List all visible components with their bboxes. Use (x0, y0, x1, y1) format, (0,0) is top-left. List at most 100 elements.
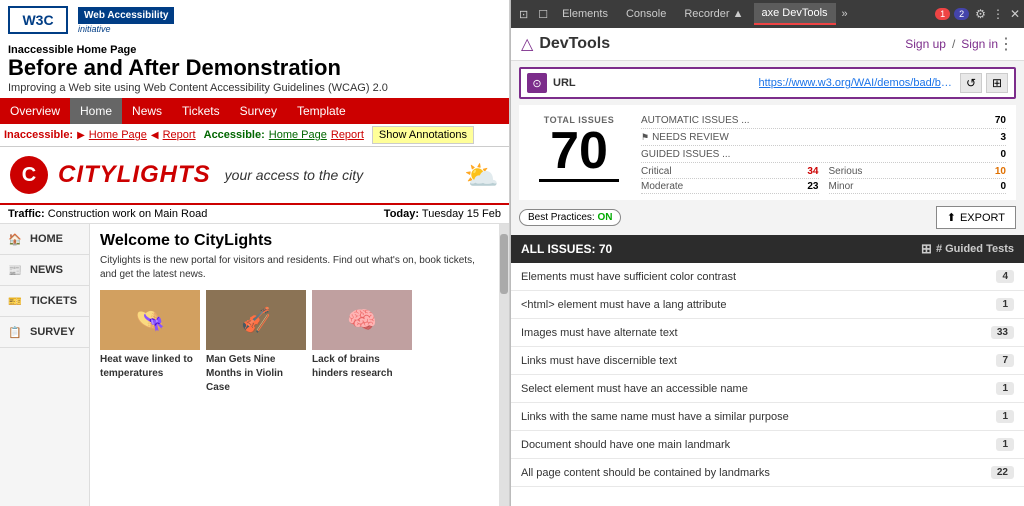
best-practices-status: ON (597, 212, 612, 223)
moderate-row: Moderate 23 (641, 181, 819, 194)
sidebar-item-home[interactable]: 🏠 HOME (0, 224, 89, 255)
issues-list: Elements must have sufficient color cont… (511, 263, 1024, 506)
issue-item-3[interactable]: Links must have discernible text 7 (511, 347, 1024, 375)
url-label: URL (553, 77, 749, 89)
nav-tickets[interactable]: Tickets (172, 98, 230, 124)
needs-review-value: 3 (1000, 132, 1006, 143)
issues-summary: TOTAL ISSUES 70 AUTOMATIC ISSUES ... 70 … (519, 105, 1016, 200)
nav-news[interactable]: News (122, 98, 172, 124)
issue-name-5: Links with the same name must have a sim… (521, 411, 988, 423)
tab-icon-2: ☐ (534, 6, 552, 23)
sidebar-news-label: NEWS (30, 264, 63, 276)
welcome-body: Citylights is the new portal for visitor… (100, 254, 489, 282)
welcome-heading: Welcome to CityLights (100, 232, 489, 250)
news-img-0: 👒 (100, 290, 200, 350)
guided-tests-button[interactable]: ⊞ # Guided Tests (921, 241, 1014, 257)
tab-axe-devtools[interactable]: axe DevTools (754, 3, 836, 25)
news-item-1: 🎻 Man Gets Nine Months in Violin Case (206, 290, 306, 403)
issue-item-6[interactable]: Document should have one main landmark 1 (511, 431, 1024, 459)
scrollbar[interactable] (499, 224, 509, 506)
news-img-1: 🎻 (206, 290, 306, 350)
accessible-label: Accessible: (204, 129, 265, 141)
today-text: Today: Tuesday 15 Feb (384, 208, 501, 220)
tab-chevron-icon: » (838, 6, 852, 22)
automatic-issues-row: AUTOMATIC ISSUES ... 70 (641, 115, 1006, 129)
nav-home[interactable]: Home (70, 98, 122, 124)
arrow-left-icon: ◀ (151, 130, 159, 141)
gear-icon[interactable]: ⚙ (975, 7, 986, 21)
report-link-inaccessible[interactable]: Report (163, 129, 196, 141)
issue-name-7: All page content should be contained by … (521, 467, 983, 479)
issue-item-7[interactable]: All page content should be contained by … (511, 459, 1024, 487)
sign-in-link[interactable]: Sign in (961, 37, 998, 51)
tab-elements[interactable]: Elements (554, 4, 616, 24)
header-more-icon[interactable]: ⋮ (998, 34, 1014, 54)
news-img-2: 🧠 (312, 290, 412, 350)
close-icon[interactable]: ✕ (1010, 7, 1020, 21)
issue-item-4[interactable]: Select element must have an accessible n… (511, 375, 1024, 403)
issue-item-0[interactable]: Elements must have sufficient color cont… (511, 263, 1024, 291)
issue-count-6: 1 (996, 438, 1014, 451)
tab-console[interactable]: Console (618, 4, 674, 24)
report-link-accessible[interactable]: Report (331, 129, 364, 141)
moderate-value: 23 (807, 181, 818, 192)
sub-counts: Critical 34 Serious 10 Moderate 23 Minor… (641, 166, 1006, 194)
w3c-header: W3C Web Accessibility initiative (0, 0, 509, 40)
issue-name-4: Select element must have an accessible n… (521, 383, 988, 395)
issue-count-4: 1 (996, 382, 1014, 395)
sidebar-item-tickets[interactable]: 🎫 TICKETS (0, 286, 89, 317)
nav-survey[interactable]: Survey (230, 98, 287, 124)
all-issues-label: ALL ISSUES: 70 (521, 242, 612, 256)
tab-recorder[interactable]: Recorder ▲ (676, 4, 751, 24)
serious-row: Serious 10 (829, 166, 1007, 179)
guided-tests-label: # Guided Tests (936, 243, 1014, 255)
city-tagline: your access to the city (225, 167, 364, 183)
nav-overview[interactable]: Overview (0, 98, 70, 124)
wai-title: Web Accessibility (78, 7, 174, 24)
url-actions: ↺ ⊞ (960, 73, 1008, 93)
home-page-link-inaccessible[interactable]: Home Page (89, 129, 147, 141)
right-panel: ⊡ ☐ Elements Console Recorder ▲ axe DevT… (510, 0, 1024, 506)
sidebar-item-survey[interactable]: 📋 SURVEY (0, 317, 89, 348)
page-title: Before and After Demonstration (8, 56, 501, 80)
red-badge: 1 (935, 8, 950, 20)
guided-issues-row: GUIDED ISSUES ... 0 (641, 149, 1006, 163)
export-button[interactable]: ⬆ EXPORT (936, 206, 1016, 229)
needs-review-row: ⚑ NEEDS REVIEW 3 (641, 132, 1006, 146)
tab-icon-1: ⊡ (515, 6, 532, 23)
best-practices-toggle[interactable]: Best Practices: ON (519, 209, 621, 226)
breadcrumb-accessible: Accessible: Home Page Report (204, 129, 364, 141)
sign-up-link[interactable]: Sign up (905, 37, 946, 51)
devtools-tabs: ⊡ ☐ Elements Console Recorder ▲ axe DevT… (511, 0, 1024, 28)
issue-item-1[interactable]: <html> element must have a lang attribut… (511, 291, 1024, 319)
weather-icon: ⛅ (464, 159, 499, 192)
sidebar-survey-label: SURVEY (30, 326, 75, 338)
more-vert-icon[interactable]: ⋮ (992, 7, 1004, 21)
flag-icon: ⚑ (641, 132, 649, 143)
left-panel: W3C Web Accessibility initiative Inacces… (0, 0, 510, 506)
home-page-link-accessible[interactable]: Home Page (269, 129, 327, 141)
news-title-1: Man Gets Nine Months in Violin Case (206, 353, 306, 395)
minor-label: Minor (829, 181, 854, 192)
issue-item-5[interactable]: Links with the same name must have a sim… (511, 403, 1024, 431)
issue-count-7: 22 (991, 466, 1014, 479)
minor-row: Minor 0 (829, 181, 1007, 194)
issue-count-2: 33 (991, 326, 1014, 339)
url-value[interactable]: https://www.w3.org/WAI/demos/bad/before/… (759, 77, 955, 89)
url-icon: ⊙ (527, 73, 547, 93)
city-banner: C CITYLIGHTS your access to the city ⛅ (0, 147, 509, 205)
moderate-label: Moderate (641, 181, 683, 192)
sidebar-item-news[interactable]: 📰 NEWS (0, 255, 89, 286)
nav-bar: Overview Home News Tickets Survey Templa… (0, 98, 509, 124)
show-annotations-button[interactable]: Show Annotations (372, 126, 474, 144)
issue-count-3: 7 (996, 354, 1014, 367)
wai-subtitle: initiative (78, 24, 174, 34)
issue-count-0: 4 (996, 270, 1014, 283)
city-logo: C (10, 156, 48, 194)
nav-template[interactable]: Template (287, 98, 356, 124)
content-area: 🏠 HOME 📰 NEWS 🎫 TICKETS 📋 SURVEY Welcome… (0, 224, 509, 506)
axe-logo: △ (521, 34, 533, 54)
url-save-button[interactable]: ⊞ (986, 73, 1008, 93)
url-refresh-button[interactable]: ↺ (960, 73, 982, 93)
issue-item-2[interactable]: Images must have alternate text 33 (511, 319, 1024, 347)
